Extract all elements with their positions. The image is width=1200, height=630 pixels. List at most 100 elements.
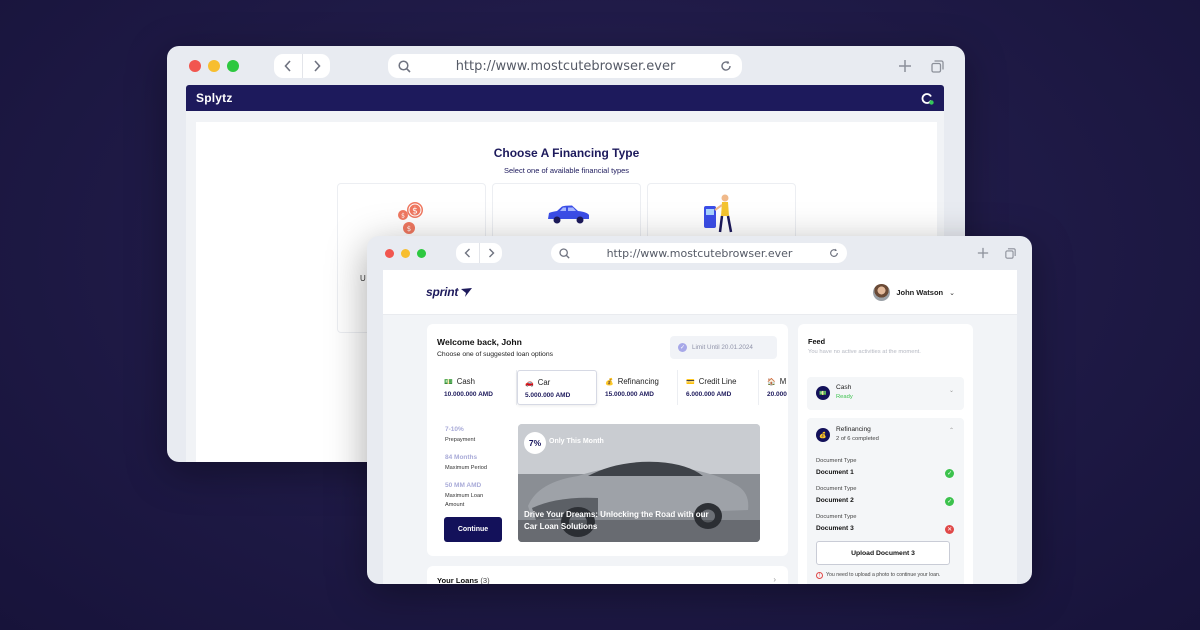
svg-text:$: $ bbox=[412, 207, 418, 217]
tabs-overview-icon[interactable] bbox=[929, 58, 945, 74]
continue-button[interactable]: Continue bbox=[444, 517, 502, 542]
house-icon: 🏠 bbox=[767, 378, 776, 386]
forward-button[interactable] bbox=[302, 54, 330, 78]
your-loans-label: Your Loans (3) bbox=[437, 576, 490, 584]
reload-icon[interactable] bbox=[829, 248, 839, 258]
close-window-button[interactable] bbox=[385, 249, 394, 258]
tab-cash[interactable]: 💵 Cash 10.000.000 AMD bbox=[437, 370, 517, 405]
cash-icon: 💵 bbox=[444, 378, 453, 386]
tab-mortgage[interactable]: 🏠 M 20.000 bbox=[760, 370, 788, 405]
search-icon bbox=[559, 247, 570, 259]
chevron-up-icon[interactable]: ⌃ bbox=[949, 427, 954, 434]
chevron-left-icon bbox=[464, 248, 470, 258]
front-browser-window: http://www.mostcutebrowser.ever sprint J… bbox=[367, 236, 1032, 584]
maximize-window-button[interactable] bbox=[227, 60, 239, 72]
tab-label: Car bbox=[537, 378, 551, 387]
document-name: Document 1 bbox=[816, 469, 854, 476]
upload-warning: ! You need to upload a photo to continue… bbox=[816, 571, 956, 579]
splytz-header: Splytz bbox=[186, 85, 944, 111]
tabs-overview-icon[interactable] bbox=[1003, 246, 1017, 260]
tab-refinancing[interactable]: 💰 Refinancing 15.000.000 AMD bbox=[598, 370, 678, 405]
loan-type-tabs: 💵 Cash 10.000.000 AMD 🚗 Car 5.000.000 AMD … bbox=[437, 370, 788, 408]
tab-label: Credit Line bbox=[698, 377, 737, 386]
feed-item-status: Ready bbox=[836, 394, 853, 400]
feed-item-name: Cash bbox=[836, 384, 852, 391]
back-button[interactable] bbox=[274, 54, 302, 78]
welcome-subtitle: Choose one of suggested loan options bbox=[437, 351, 554, 358]
feed-item-status: 2 of 6 completed bbox=[836, 436, 879, 442]
url-text: http://www.mostcutebrowser.ever bbox=[606, 246, 793, 260]
profile-logo-icon[interactable] bbox=[921, 92, 934, 105]
loans-count: (3) bbox=[480, 576, 490, 584]
limit-badge: ✓ Limit Until 20.01.2024 bbox=[670, 336, 777, 359]
brand-logo[interactable]: sprint bbox=[426, 285, 473, 299]
address-bar[interactable]: http://www.mostcutebrowser.ever bbox=[551, 243, 847, 263]
chevron-right-icon: › bbox=[773, 575, 776, 584]
feed-panel: Feed You have no active activities at th… bbox=[798, 324, 973, 584]
avatar bbox=[873, 284, 891, 301]
window-controls bbox=[189, 60, 239, 72]
coins-icon: $ $ $ bbox=[398, 202, 423, 234]
stat-label: Maximum Loan Amount bbox=[445, 493, 484, 508]
history-nav bbox=[274, 54, 330, 78]
new-tab-icon[interactable] bbox=[897, 58, 913, 74]
promo-tag: Only This Month bbox=[549, 438, 604, 445]
top-navigation: sprint John Watson ⌄ bbox=[383, 270, 1017, 315]
tab-amount: 15.000.000 AMD bbox=[605, 391, 654, 398]
tab-car[interactable]: 🚗 Car 5.000.000 AMD bbox=[517, 370, 597, 405]
brand-name: sprint bbox=[426, 285, 459, 299]
tab-label: Cash bbox=[456, 377, 475, 386]
stat-prepayment: 7-10% Prepayment bbox=[445, 426, 505, 445]
document-name: Document 3 bbox=[816, 525, 854, 532]
stat-value: 84 Months bbox=[445, 454, 478, 461]
window-controls bbox=[385, 249, 426, 258]
chevron-down-icon: ⌄ bbox=[949, 289, 955, 297]
tab-amount: 5.000.000 AMD bbox=[525, 392, 571, 399]
money-bag-icon: 💰 bbox=[816, 428, 830, 442]
tab-amount: 20.000 bbox=[767, 391, 787, 398]
close-window-button[interactable] bbox=[189, 60, 201, 72]
stat-max-period: 84 Months Maximum Period bbox=[445, 454, 505, 473]
minimize-window-button[interactable] bbox=[208, 60, 220, 72]
chevron-right-icon bbox=[313, 60, 321, 72]
stat-value: 50 MM AMD bbox=[445, 482, 482, 489]
upload-document-button[interactable]: Upload Document 3 bbox=[816, 541, 950, 565]
cash-icon: 💵 bbox=[816, 386, 830, 400]
reload-icon[interactable] bbox=[720, 60, 732, 72]
history-nav bbox=[456, 243, 502, 263]
tab-label: M bbox=[779, 377, 787, 386]
user-name: John Watson bbox=[896, 288, 944, 297]
document-type-label: Document Type bbox=[816, 486, 857, 492]
promo-banner[interactable]: 7% Only This Month Drive Your Dreams: Un… bbox=[518, 424, 760, 542]
address-bar[interactable]: http://www.mostcutebrowser.ever bbox=[388, 54, 742, 78]
alert-icon: ! bbox=[816, 572, 823, 579]
search-icon bbox=[398, 59, 411, 73]
feed-item-cash[interactable]: 💵 Cash Ready ⌄ bbox=[807, 377, 964, 410]
sprint-arrow-icon bbox=[461, 288, 473, 298]
tab-amount: 10.000.000 AMD bbox=[444, 391, 493, 398]
sprint-page: sprint John Watson ⌄ Welcome back, John … bbox=[383, 270, 1017, 584]
your-loans-row[interactable]: Your Loans (3) › bbox=[427, 566, 788, 584]
tab-credit-line[interactable]: 💳 Credit Line 6.000.000 AMD bbox=[679, 370, 759, 405]
forward-button[interactable] bbox=[479, 243, 502, 263]
check-circle-icon: ✓ bbox=[678, 343, 687, 352]
page-subtitle: Select one of available financial types bbox=[503, 166, 630, 175]
chevron-left-icon bbox=[284, 60, 291, 72]
user-menu[interactable]: John Watson ⌄ bbox=[873, 284, 955, 301]
limit-text: Limit Until 20.01.2024 bbox=[692, 344, 753, 351]
feed-title: Feed bbox=[808, 337, 826, 346]
new-tab-icon[interactable] bbox=[976, 246, 990, 260]
loans-title: Your Loans bbox=[437, 576, 479, 584]
feed-item-refinancing: 💰 Refinancing 2 of 6 completed ⌃ Documen… bbox=[807, 418, 964, 584]
check-circle-icon: ✓ bbox=[945, 469, 954, 478]
tab-amount: 6.000.000 AMD bbox=[686, 391, 732, 398]
minimize-window-button[interactable] bbox=[401, 249, 410, 258]
welcome-heading: Welcome back, John bbox=[437, 337, 522, 347]
stat-value: 7-10% bbox=[445, 426, 464, 433]
back-button[interactable] bbox=[456, 243, 479, 263]
credit-card-icon: 💳 bbox=[686, 378, 695, 386]
close-circle-icon: ✕ bbox=[945, 525, 954, 534]
maximize-window-button[interactable] bbox=[417, 249, 426, 258]
tab-label: Refinancing bbox=[617, 377, 659, 386]
document-type-label: Document Type bbox=[816, 514, 857, 520]
